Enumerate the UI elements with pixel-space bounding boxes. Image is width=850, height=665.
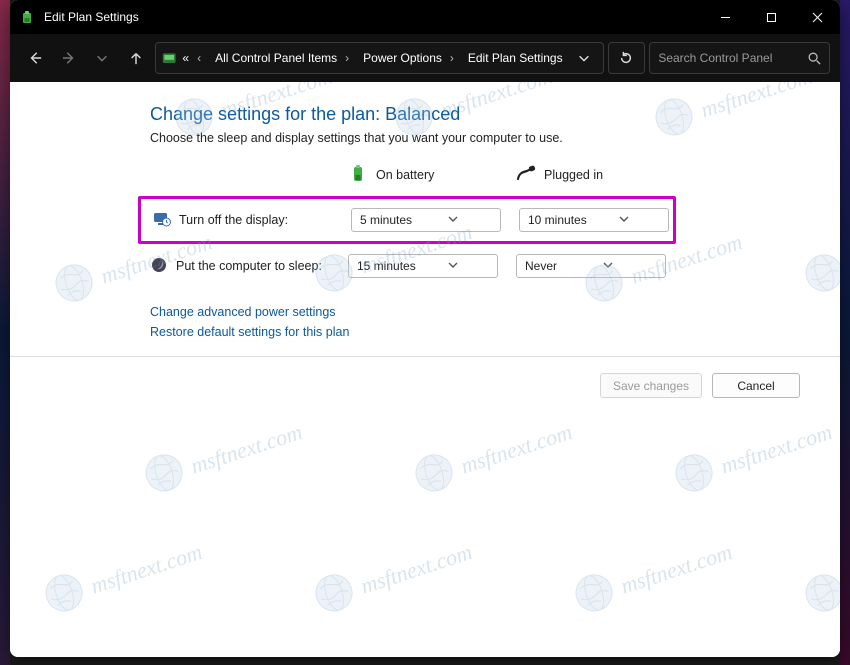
title-bar: Edit Plan Settings: [10, 0, 840, 34]
battery-icon: [348, 163, 368, 186]
content-area: Change settings for the plan: Balanced C…: [10, 82, 840, 657]
window-frame: Edit Plan Settings «‹ All: [10, 0, 840, 657]
cancel-button[interactable]: Cancel: [712, 373, 800, 398]
up-button[interactable]: [121, 43, 151, 73]
restore-defaults-link[interactable]: Restore default settings for this plan: [150, 322, 349, 342]
watermark: msftnext.com: [136, 408, 309, 507]
watermark: msftnext.com: [566, 528, 739, 627]
breadcrumb[interactable]: Power Options›: [359, 49, 462, 67]
highlight-box: Turn off the display: 5 minutes 10 minut…: [138, 196, 676, 244]
watermark: msftnext.com: [406, 408, 579, 507]
address-history-dropdown-icon[interactable]: [569, 43, 599, 73]
save-button: Save changes: [600, 373, 702, 398]
search-input[interactable]: Search Control Panel: [649, 42, 830, 74]
monitor-timer-icon: [153, 210, 171, 231]
sleep-battery-dropdown[interactable]: 15 minutes: [348, 254, 498, 278]
address-bar[interactable]: «‹ All Control Panel Items› Power Option…: [155, 42, 604, 74]
moon-icon: [150, 256, 168, 277]
sleep-plugged-dropdown[interactable]: Never: [516, 254, 666, 278]
column-header-battery: On battery: [348, 163, 498, 186]
watermark: msftnext.com: [36, 528, 209, 627]
close-button[interactable]: [794, 0, 840, 34]
breadcrumb[interactable]: Edit Plan Settings: [464, 49, 567, 67]
window-title: Edit Plan Settings: [44, 10, 139, 24]
forward-button[interactable]: [54, 43, 84, 73]
row-label-sleep: Put the computer to sleep:: [150, 256, 330, 277]
control-panel-icon: [162, 49, 176, 67]
nav-bar: «‹ All Control Panel Items› Power Option…: [10, 34, 840, 82]
chevron-down-icon: [448, 259, 491, 273]
display-plugged-dropdown[interactable]: 10 minutes: [519, 208, 669, 232]
refresh-button[interactable]: [608, 42, 646, 74]
chevron-down-icon: [619, 213, 662, 227]
display-battery-dropdown[interactable]: 5 minutes: [351, 208, 501, 232]
advanced-settings-link[interactable]: Change advanced power settings: [150, 302, 336, 322]
battery-icon: [20, 9, 36, 25]
chevron-down-icon: [603, 259, 659, 273]
breadcrumb[interactable]: All Control Panel Items›: [211, 49, 357, 67]
watermark: msftnext.com: [666, 408, 839, 507]
column-header-plugged: Plugged in: [516, 163, 666, 186]
watermark: msftnext.com: [306, 528, 479, 627]
plug-icon: [516, 163, 536, 186]
watermark: msftnext.com: [796, 528, 840, 627]
row-label-display: Turn off the display:: [153, 210, 333, 231]
breadcrumb-overflow[interactable]: «‹: [178, 49, 209, 67]
chevron-down-icon: [448, 213, 494, 227]
page-subtitle: Choose the sleep and display settings th…: [150, 131, 820, 145]
maximize-button[interactable]: [748, 0, 794, 34]
back-button[interactable]: [20, 43, 50, 73]
search-placeholder: Search Control Panel: [658, 51, 801, 65]
minimize-button[interactable]: [702, 0, 748, 34]
search-icon: [807, 51, 821, 65]
separator: [10, 356, 840, 357]
recent-dropdown-icon[interactable]: [88, 43, 118, 73]
page-title: Change settings for the plan: Balanced: [150, 104, 820, 125]
